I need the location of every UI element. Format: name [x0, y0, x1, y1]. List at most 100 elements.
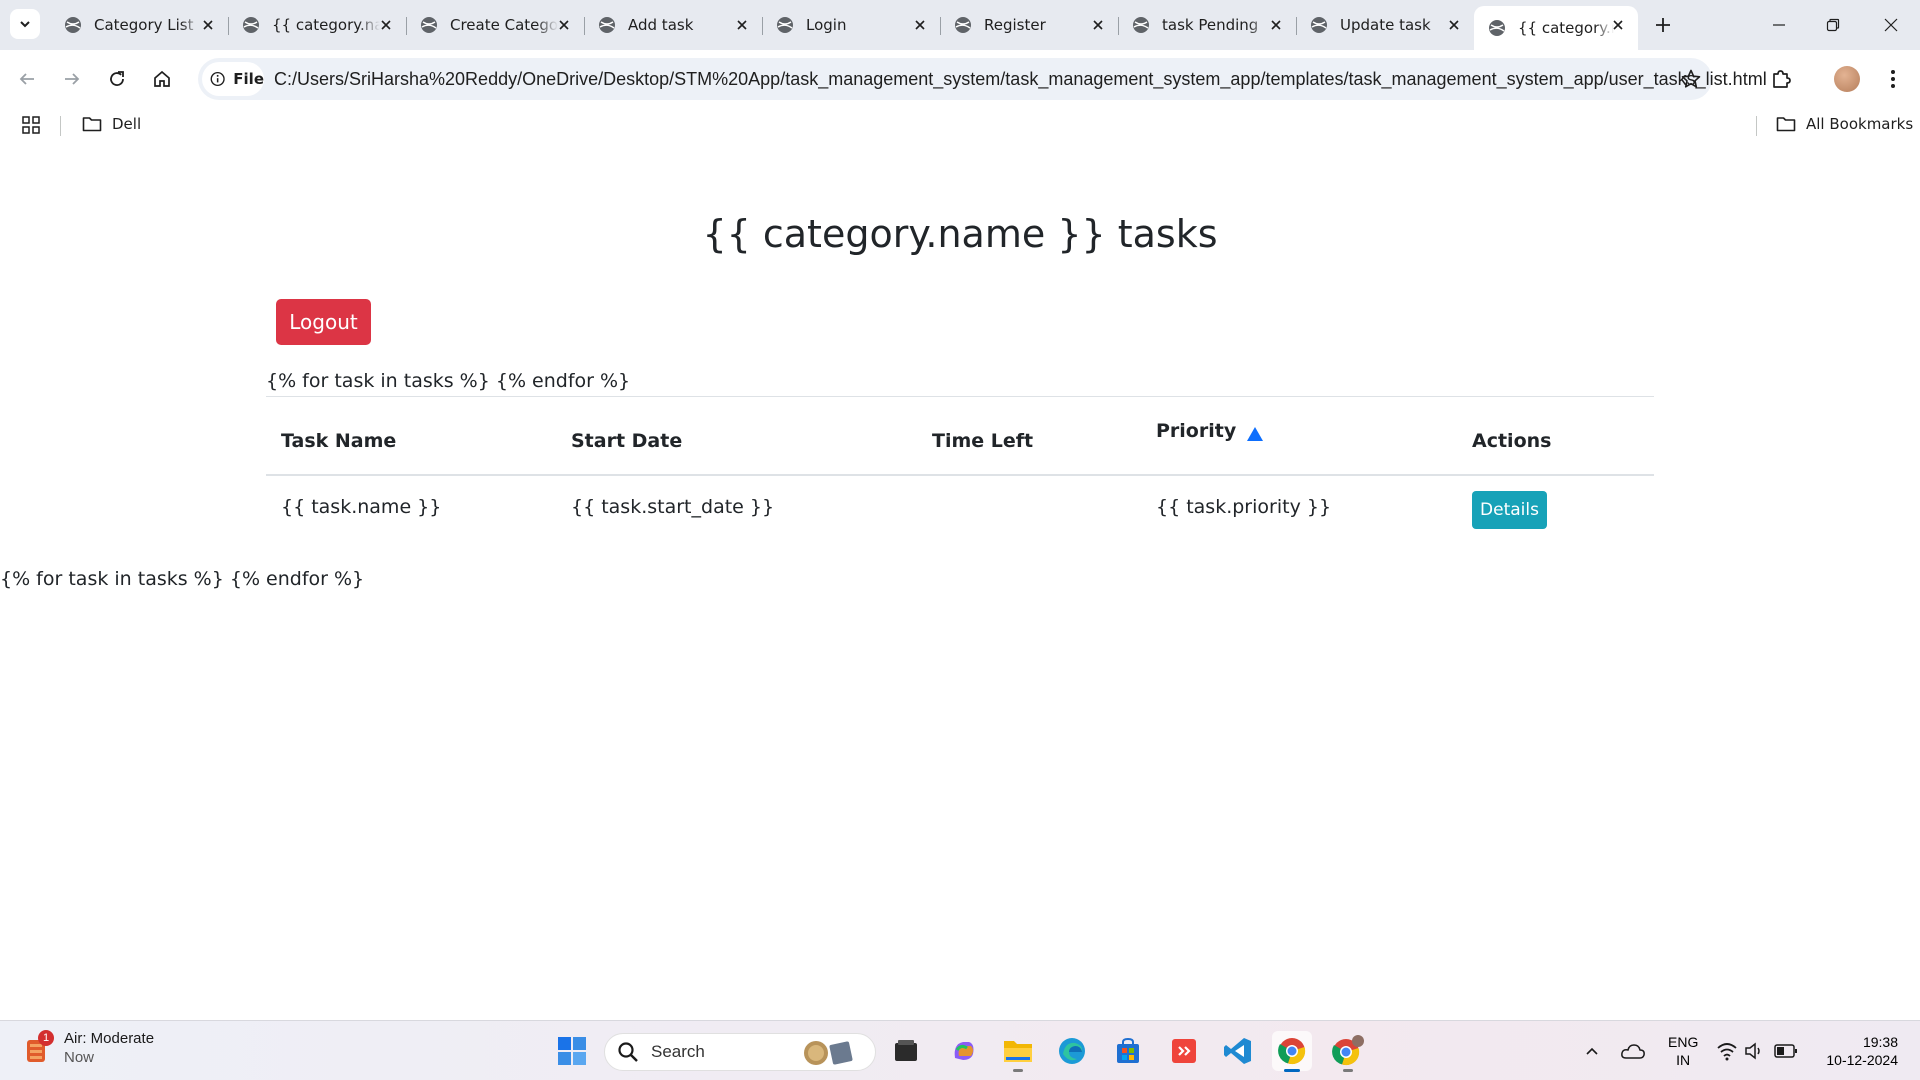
all-bookmarks-button[interactable]: All Bookmarks: [1776, 115, 1913, 133]
close-icon[interactable]: [734, 17, 750, 33]
region-code: IN: [1676, 1052, 1691, 1068]
notification-badge: 1: [38, 1030, 54, 1046]
search-placeholder: Search: [651, 1042, 705, 1061]
windows-start-icon: [558, 1037, 586, 1065]
chrome-profile-icon: [1332, 1035, 1364, 1066]
taskbar-app-store[interactable]: [1108, 1031, 1148, 1071]
system-clock[interactable]: 19:38 10-12-2024: [1810, 1033, 1898, 1069]
globe-icon: [599, 17, 615, 33]
taskbar-app-copilot[interactable]: [944, 1031, 984, 1071]
arrow-left-icon: [19, 73, 34, 85]
tab-title: {{ category.name }} tasks: [272, 16, 380, 34]
tab-title: Register: [984, 16, 1046, 34]
more-vertical-icon: [1891, 70, 1895, 88]
reload-button[interactable]: [100, 62, 134, 96]
globe-icon: [777, 17, 793, 33]
close-icon[interactable]: [1446, 17, 1462, 33]
taskbar-app-anydesk[interactable]: [1164, 1031, 1204, 1071]
extensions-button[interactable]: [1764, 62, 1798, 96]
home-icon: [154, 70, 170, 87]
onedrive-icon[interactable]: [1620, 1041, 1646, 1061]
apps-grid-icon[interactable]: [22, 116, 40, 134]
close-icon[interactable]: [1090, 17, 1106, 33]
tab-category-list[interactable]: Category List: [50, 8, 229, 42]
anydesk-icon: [1172, 1039, 1196, 1063]
close-icon[interactable]: [378, 17, 394, 33]
close-icon: [1884, 18, 1898, 32]
bookmark-folder-dell[interactable]: Dell: [82, 115, 141, 133]
close-icon[interactable]: [200, 17, 216, 33]
tab-title: Add task: [628, 16, 694, 34]
logout-button[interactable]: Logout: [276, 299, 371, 345]
taskbar-app-vscode[interactable]: [1218, 1031, 1258, 1071]
tab-task-pending[interactable]: task Pending: [1118, 8, 1297, 42]
tab-title: Login: [806, 16, 847, 34]
close-icon[interactable]: [1610, 17, 1626, 33]
chevron-up-icon[interactable]: [1584, 1043, 1600, 1059]
close-icon[interactable]: [1268, 17, 1284, 33]
tab-category-tasks[interactable]: {{ category.name }} tasks: [228, 8, 407, 42]
restore-button[interactable]: [1818, 10, 1848, 40]
edge-icon: [1059, 1038, 1085, 1064]
minimize-button[interactable]: [1764, 10, 1794, 40]
taskbar-search[interactable]: Search: [604, 1033, 876, 1071]
site-info-chip[interactable]: File: [202, 62, 264, 96]
back-button[interactable]: [10, 62, 44, 96]
globe-icon: [243, 17, 259, 33]
column-header-priority[interactable]: Priority: [1156, 420, 1236, 442]
volume-icon[interactable]: [1744, 1041, 1766, 1061]
tab-create-category[interactable]: Create Category: [406, 8, 585, 42]
taskbar-app-chrome-profile[interactable]: [1328, 1031, 1368, 1072]
tab-add-task[interactable]: Add task: [584, 8, 763, 42]
url-text[interactable]: C:/Users/SriHarsha%20Reddy/OneDrive/Desk…: [274, 69, 1767, 90]
tab-strip: Category List {{ category.name }} tasks …: [0, 0, 1920, 50]
vscode-icon: [1224, 1038, 1251, 1064]
wifi-icon[interactable]: [1716, 1041, 1738, 1061]
tab-active-category-tasks[interactable]: {{ category.name }} tasks: [1474, 6, 1638, 50]
browser-toolbar: File C:/Users/SriHarsha%20Reddy/OneDrive…: [0, 50, 1920, 108]
home-button[interactable]: [145, 62, 179, 96]
bookmarks-divider: [1756, 116, 1757, 136]
puzzle-icon: [1773, 70, 1791, 88]
info-icon: [210, 71, 225, 87]
globe-icon: [1311, 17, 1327, 33]
tab-register[interactable]: Register: [940, 8, 1119, 42]
running-indicator: [1284, 1069, 1300, 1072]
column-header-task-name: Task Name: [281, 430, 397, 452]
globe-icon: [1489, 20, 1505, 36]
taskbar-app-file-manager[interactable]: [886, 1031, 926, 1071]
taskbar: 1 Air: Moderate Now Search ENG IN 19:38 …: [0, 1020, 1920, 1080]
menu-button[interactable]: [1876, 62, 1910, 96]
taskbar-app-file-explorer[interactable]: [998, 1031, 1038, 1072]
tab-title: Update task: [1340, 16, 1431, 34]
air-quality-icon: 1: [24, 1030, 54, 1064]
tab-title: task Pending: [1162, 16, 1259, 34]
globe-icon: [65, 17, 81, 33]
battery-icon[interactable]: [1774, 1043, 1798, 1059]
taskbar-app-chrome[interactable]: [1272, 1031, 1312, 1072]
taskbar-app-edge[interactable]: [1052, 1031, 1092, 1071]
new-tab-button[interactable]: [1650, 12, 1676, 38]
search-highlight-icon: [804, 1041, 853, 1065]
tab-title: Create Category: [450, 16, 558, 34]
restore-icon: [1826, 18, 1840, 32]
address-bar[interactable]: File C:/Users/SriHarsha%20Reddy/OneDrive…: [198, 58, 1767, 100]
weather-widget[interactable]: 1 Air: Moderate Now: [24, 1029, 154, 1067]
tab-update-task[interactable]: Update task: [1296, 8, 1474, 42]
profile-button[interactable]: [1830, 62, 1864, 96]
bookmarks-bar: Dell All Bookmarks: [0, 108, 1920, 142]
sort-ascending-icon[interactable]: [1246, 426, 1264, 442]
copilot-icon: [954, 1042, 974, 1060]
close-icon[interactable]: [556, 17, 572, 33]
start-button[interactable]: [552, 1031, 592, 1071]
tab-search-button[interactable]: [10, 9, 40, 39]
bookmark-star-icon[interactable]: [1680, 68, 1702, 90]
close-icon[interactable]: [912, 17, 928, 33]
table-top-border: [266, 396, 1654, 397]
tab-login[interactable]: Login: [762, 8, 941, 42]
language-indicator[interactable]: ENG IN: [1668, 1033, 1698, 1069]
file-manager-icon: [895, 1040, 917, 1061]
close-window-button[interactable]: [1876, 10, 1906, 40]
forward-button[interactable]: [55, 62, 89, 96]
details-button[interactable]: Details: [1472, 491, 1547, 529]
